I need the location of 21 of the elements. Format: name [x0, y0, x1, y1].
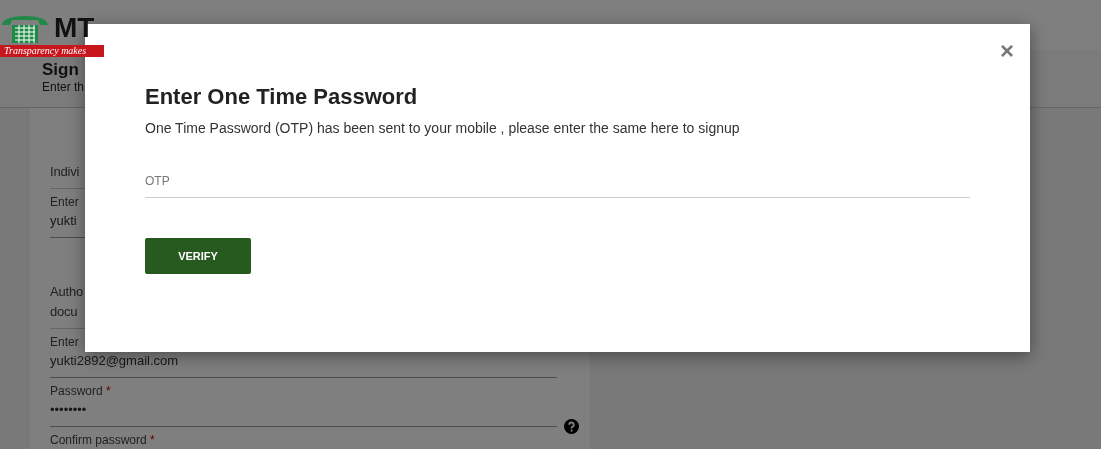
field-label: Enter — [50, 335, 79, 349]
field-value: yukti2892@gmail.com — [50, 353, 179, 369]
logo-text: MT — [54, 11, 95, 44]
field-label: Password * — [50, 384, 111, 398]
field-label: Enter — [50, 195, 79, 209]
dialog-message: One Time Password (OTP) has been sent to your mobile , please enter the same here to signup — [145, 120, 741, 136]
section-heading: Autho — [50, 283, 83, 301]
page-subtitle: Enter th — [42, 80, 86, 94]
section-heading: docu — [50, 303, 78, 321]
page-title: Sign — [42, 60, 80, 80]
close-button[interactable]: × — [996, 38, 1018, 64]
verify-button[interactable]: VERIFY — [145, 238, 251, 274]
section-heading: Indivi — [50, 163, 80, 181]
tagline: Transparency makes — [0, 45, 104, 57]
help-icon[interactable] — [564, 419, 579, 434]
field-value: •••••••• — [50, 402, 87, 418]
field-value: yukti — [50, 213, 77, 229]
dialog-title: Enter One Time Password — [145, 84, 419, 110]
form-field[interactable]: Confirm password * — [50, 427, 557, 449]
field-label: Confirm password * — [50, 433, 155, 447]
form-field[interactable]: Password * •••••••• — [50, 378, 557, 427]
